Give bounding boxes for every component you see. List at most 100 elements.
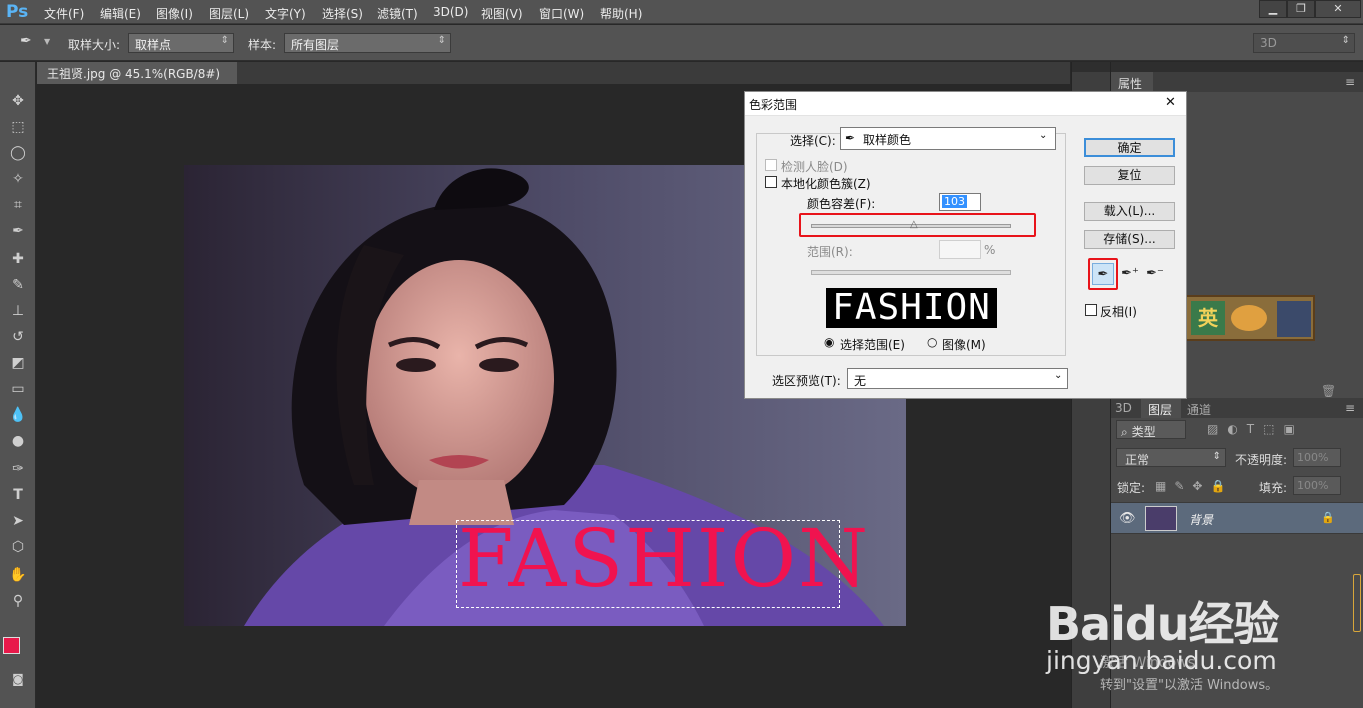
blend-mode-select[interactable]: 正常 ⇕ bbox=[1116, 448, 1226, 467]
quick-mask-icon[interactable]: ◙ bbox=[6, 668, 30, 690]
blur-tool-icon[interactable]: 💧 bbox=[6, 404, 30, 426]
panel-scroll-handle[interactable] bbox=[1353, 574, 1361, 632]
eyedropper-tool-icon[interactable]: ✒ bbox=[20, 33, 32, 49]
opacity-field[interactable]: 100% bbox=[1293, 448, 1341, 467]
sample-value: 所有图层 bbox=[291, 38, 340, 52]
fill-label: 填充: bbox=[1259, 481, 1288, 495]
subtract-from-sample-eyedropper-icon[interactable]: ✒⁻ bbox=[1144, 263, 1166, 285]
activate-windows-hint: 转到"设置"以激活 Windows。 bbox=[1100, 678, 1279, 693]
save-button[interactable]: 存储(S)... bbox=[1084, 230, 1175, 249]
add-to-sample-eyedropper-icon[interactable]: ✒⁺ bbox=[1119, 263, 1141, 285]
gradient-tool-icon[interactable]: ▭ bbox=[6, 378, 30, 400]
history-brush-tool-icon[interactable]: ↺ bbox=[6, 326, 30, 348]
layer-kind-label: 类型 bbox=[1131, 425, 1156, 439]
menu-file[interactable]: 文件(F) bbox=[44, 5, 84, 22]
tab-3d[interactable]: 3D bbox=[1115, 401, 1132, 415]
workspace-select[interactable]: 3D ⇕ bbox=[1253, 33, 1355, 53]
lock-icons[interactable]: ▦✎✥🔒 bbox=[1155, 479, 1233, 493]
chevron-down-icon: ⇕ bbox=[437, 35, 446, 46]
healing-brush-tool-icon[interactable]: ✚ bbox=[6, 248, 30, 270]
menu-help[interactable]: 帮助(H) bbox=[600, 5, 642, 22]
chevron-down-icon: ⇕ bbox=[1212, 451, 1221, 462]
menu-layer[interactable]: 图层(L) bbox=[209, 5, 249, 22]
menu-view[interactable]: 视图(V) bbox=[481, 5, 523, 22]
radio-image-icon[interactable]: ○ bbox=[927, 335, 937, 349]
range-slider-track[interactable] bbox=[811, 270, 1011, 275]
layer-row-background[interactable]: 👁 背景 🔒 bbox=[1111, 502, 1363, 534]
stamp-tool-icon[interactable]: ⊥ bbox=[6, 300, 30, 322]
fuzziness-slider-track[interactable]: △ bbox=[811, 219, 1011, 230]
menu-window[interactable]: 窗口(W) bbox=[539, 5, 584, 22]
crop-tool-icon[interactable]: ⌗ bbox=[6, 194, 30, 216]
fuzziness-slider-thumb[interactable]: △ bbox=[910, 219, 918, 230]
layer-thumbnail bbox=[1145, 506, 1177, 531]
lasso-tool-icon[interactable]: ◯ bbox=[6, 142, 30, 164]
fuzziness-value: 103 bbox=[942, 195, 967, 208]
selection-preview-value: 无 bbox=[854, 374, 867, 388]
select-dropdown[interactable]: ✒ 取样颜色 ⌄ bbox=[840, 127, 1056, 150]
menu-edit[interactable]: 编辑(E) bbox=[100, 5, 141, 22]
zoom-tool-icon[interactable]: ⚲ bbox=[6, 590, 30, 612]
menu-filter[interactable]: 滤镜(T) bbox=[377, 5, 418, 22]
menu-image[interactable]: 图像(I) bbox=[156, 5, 193, 22]
options-bar: ✒ ▼ 取样大小: 取样点 ⇕ 样本: 所有图层 ⇕ 3D ⇕ bbox=[0, 25, 1363, 61]
selection-preview-label: 选区预览(T): bbox=[772, 374, 841, 388]
minimize-button[interactable]: ▁ bbox=[1259, 0, 1287, 18]
fuzziness-input[interactable]: 103 bbox=[939, 193, 981, 211]
lock-icon: 🔒 bbox=[1321, 511, 1335, 524]
marquee-tool-icon[interactable]: ⬚ bbox=[6, 116, 30, 138]
sample-size-select[interactable]: 取样点 ⇕ bbox=[128, 33, 234, 53]
reset-button[interactable]: 复位 bbox=[1084, 166, 1175, 185]
shape-tool-icon[interactable]: ⬡ bbox=[6, 536, 30, 558]
foreground-color-swatch[interactable] bbox=[3, 637, 20, 654]
eyedropper-tool-icon[interactable]: ✒ bbox=[6, 220, 30, 242]
selection-preview-dropdown[interactable]: 无 ⌄ bbox=[847, 368, 1068, 389]
tab-properties[interactable]: 属性 bbox=[1111, 72, 1153, 92]
pen-tool-icon[interactable]: ✑ bbox=[6, 458, 30, 480]
layer-filter-icons[interactable]: ▨◐T⬚▣ bbox=[1207, 422, 1304, 436]
color-range-dialog: 色彩范围 ✕ 选择(C): ✒ 取样颜色 ⌄ 检测人脸(D) 本地化颜色簇(Z)… bbox=[744, 91, 1187, 399]
range-input[interactable] bbox=[939, 240, 981, 259]
restore-button[interactable]: ❐ bbox=[1287, 0, 1315, 18]
panel-menu-icon[interactable]: ≡ bbox=[1345, 401, 1355, 415]
move-tool-icon[interactable]: ✥ bbox=[6, 90, 30, 112]
hand-tool-icon[interactable]: ✋ bbox=[6, 564, 30, 586]
lock-label: 锁定: bbox=[1117, 481, 1146, 495]
ok-button[interactable]: 确定 bbox=[1084, 138, 1175, 157]
layer-kind-filter[interactable]: ⌕ 类型 bbox=[1116, 420, 1186, 439]
select-label: 选择(C): bbox=[790, 134, 836, 148]
tab-layers[interactable]: 图层 bbox=[1141, 398, 1181, 418]
brush-tool-icon[interactable]: ✎ bbox=[6, 274, 30, 296]
detect-faces-checkbox[interactable] bbox=[765, 159, 777, 171]
document-tab[interactable]: 王祖贤.jpg @ 45.1%(RGB/8#) * ✕ bbox=[37, 62, 237, 96]
sample-size-label: 取样大小: bbox=[68, 38, 121, 52]
eyedropper-icon: ✒ bbox=[845, 131, 856, 145]
tools-panel: ✥ ⬚ ◯ ✧ ⌗ ✒ ✚ ✎ ⊥ ↺ ◩ ▭ 💧 ● ✑ T ➤ ⬡ ✋ ⚲ … bbox=[0, 62, 36, 708]
menu-type[interactable]: 文字(Y) bbox=[265, 5, 306, 22]
path-selection-tool-icon[interactable]: ➤ bbox=[6, 510, 30, 532]
invert-checkbox[interactable] bbox=[1085, 304, 1097, 316]
menu-select[interactable]: 选择(S) bbox=[322, 5, 363, 22]
range-label: 范围(R): bbox=[807, 245, 853, 259]
visibility-eye-icon[interactable]: 👁 bbox=[1119, 511, 1136, 526]
tool-preset-arrow-icon[interactable]: ▼ bbox=[44, 37, 50, 46]
dialog-close-icon[interactable]: ✕ bbox=[1165, 95, 1176, 110]
dodge-tool-icon[interactable]: ● bbox=[6, 430, 30, 452]
radio-selection-icon[interactable]: ◉ bbox=[824, 335, 834, 349]
tab-channels[interactable]: 通道 bbox=[1187, 401, 1211, 418]
close-window-button[interactable]: ✕ bbox=[1315, 0, 1361, 18]
eyedropper-icon[interactable]: ✒ bbox=[1092, 263, 1114, 285]
type-tool-icon[interactable]: T bbox=[6, 484, 30, 506]
magic-wand-tool-icon[interactable]: ✧ bbox=[6, 168, 30, 190]
eraser-tool-icon[interactable]: ◩ bbox=[6, 352, 30, 374]
menu-3d[interactable]: 3D(D) bbox=[433, 5, 468, 19]
panel-menu-icon[interactable]: ≡ bbox=[1345, 75, 1355, 89]
fuzziness-label: 颜色容差(F): bbox=[807, 197, 876, 211]
trash-icon[interactable]: 🗑 bbox=[1321, 384, 1336, 398]
radio-selection-label: 选择范围(E) bbox=[840, 338, 905, 352]
load-button[interactable]: 载入(L)... bbox=[1084, 202, 1175, 221]
invert-label: 反相(I) bbox=[1100, 305, 1137, 319]
localized-clusters-checkbox[interactable] bbox=[765, 176, 777, 188]
sample-select[interactable]: 所有图层 ⇕ bbox=[284, 33, 451, 53]
fill-field[interactable]: 100% bbox=[1293, 476, 1341, 495]
